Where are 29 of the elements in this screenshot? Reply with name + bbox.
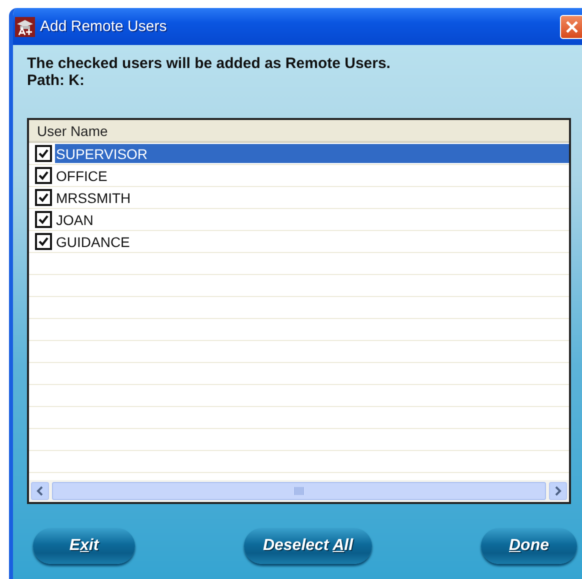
info-message: The checked users will be added as Remote Users.	[27, 55, 392, 72]
close-icon[interactable]	[565, 20, 579, 34]
checkmark-icon	[38, 236, 49, 247]
path-label: Path: K:	[27, 72, 86, 89]
user-name[interactable]: GUIDANCE	[55, 232, 569, 251]
checkmark-icon	[38, 170, 49, 181]
checkmark-icon	[38, 148, 49, 159]
checkbox[interactable]	[35, 145, 52, 162]
horizontal-scrollbar[interactable]	[29, 480, 569, 502]
column-header[interactable]: User Name	[29, 120, 569, 143]
user-name[interactable]: SUPERVISOR	[55, 144, 569, 163]
close-button[interactable]	[560, 14, 582, 38]
checkmark-icon	[38, 214, 49, 225]
app-icon	[15, 16, 35, 36]
user-name[interactable]: JOAN	[55, 210, 569, 229]
user-name[interactable]: OFFICE	[55, 166, 569, 185]
user-name[interactable]: MRSSMITH	[55, 188, 569, 207]
action-button[interactable]: Exit	[33, 528, 135, 564]
action-button[interactable]: Deselect All	[244, 528, 372, 564]
scroll-left-icon[interactable]	[31, 482, 49, 500]
checkbox[interactable]	[35, 211, 52, 228]
scroll-right-icon[interactable]	[549, 482, 567, 500]
scroll-thumb[interactable]	[52, 482, 546, 500]
checkbox[interactable]	[35, 189, 52, 206]
window-title: Add Remote Users	[40, 18, 168, 35]
action-button[interactable]: Done	[481, 528, 577, 564]
checkmark-icon	[38, 192, 49, 203]
checkbox[interactable]	[35, 233, 52, 250]
checkbox[interactable]	[35, 167, 52, 184]
